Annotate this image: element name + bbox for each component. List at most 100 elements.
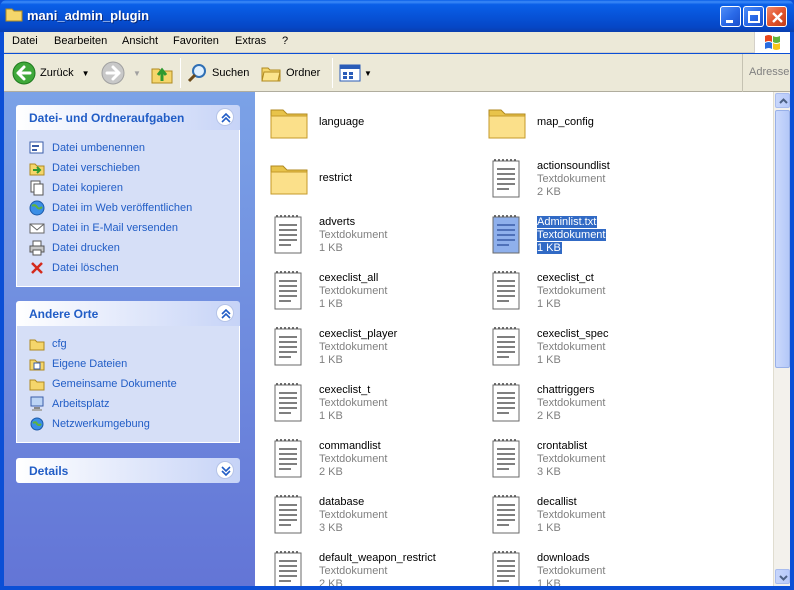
address-label[interactable]: Adresse [742, 54, 790, 92]
place-my-documents[interactable]: Eigene Dateien [29, 354, 239, 374]
chevron-up-icon [779, 98, 788, 104]
task-copy[interactable]: Datei kopieren [29, 178, 239, 198]
details-header[interactable]: Details [16, 458, 240, 483]
file-name: downloads [537, 552, 590, 564]
file-name: cexeclist_player [319, 328, 398, 340]
details-title: Details [29, 464, 69, 478]
text-document-icon [269, 548, 309, 586]
file-type: Textdokument [537, 285, 606, 297]
file-size: 1 KB [319, 242, 343, 254]
file-item[interactable]: cexeclist_ct Textdokument 1 KB [479, 264, 689, 316]
file-name: chattriggers [537, 384, 595, 396]
collapse-chevron-icon[interactable] [216, 304, 234, 322]
text-document-icon [487, 324, 527, 368]
file-size: 2 KB [319, 466, 343, 478]
file-item[interactable]: actionsoundlist Textdokument 2 KB [479, 152, 689, 204]
file-item[interactable]: downloads Textdokument 1 KB [479, 544, 689, 586]
file-name: crontablist [537, 440, 588, 452]
scroll-down-button[interactable] [775, 569, 790, 584]
back-dropdown-icon[interactable]: ▼ [82, 69, 90, 78]
menu-bearbeiten[interactable]: Bearbeiten [54, 35, 107, 47]
file-item[interactable]: decallist Textdokument 1 KB [479, 488, 689, 540]
forward-dropdown-icon[interactable]: ▼ [133, 69, 141, 78]
file-tasks-header[interactable]: Datei- und Ordneraufgaben [16, 105, 240, 130]
menu-help[interactable]: ? [282, 35, 288, 47]
text-document-icon [487, 212, 527, 256]
close-button[interactable] [766, 6, 787, 27]
file-size: 1 KB [537, 578, 561, 586]
file-item[interactable]: database Textdokument 3 KB [261, 488, 471, 540]
file-item[interactable]: cexeclist_all Textdokument 1 KB [261, 264, 471, 316]
task-label: Datei drucken [52, 242, 120, 254]
task-move[interactable]: Datei verschieben [29, 158, 239, 178]
minimize-button[interactable] [720, 6, 741, 27]
back-button[interactable]: Zurück ▼ [12, 60, 90, 86]
file-item[interactable]: commandlist Textdokument 2 KB [261, 432, 471, 484]
folder-item[interactable]: language [261, 96, 471, 148]
file-size: 2 KB [537, 410, 561, 422]
task-publish-web[interactable]: Datei im Web veröffentlichen [29, 198, 239, 218]
search-button[interactable]: Suchen [186, 60, 249, 86]
file-item[interactable]: cexeclist_player Textdokument 1 KB [261, 320, 471, 372]
file-item[interactable]: cexeclist_t Textdokument 1 KB [261, 376, 471, 428]
expand-chevron-icon[interactable] [216, 461, 234, 479]
place-label: Arbeitsplatz [52, 398, 110, 410]
close-icon [772, 12, 783, 23]
views-dropdown-icon[interactable]: ▼ [364, 69, 372, 78]
place-cfg[interactable]: cfg [29, 334, 239, 354]
file-name: default_weapon_restrict [319, 552, 436, 564]
file-item[interactable]: Adminlist.txt Textdokument 1 KB [479, 208, 689, 260]
menu-datei[interactable]: Datei [12, 35, 38, 47]
move-icon [29, 163, 45, 176]
views-button[interactable]: ▼ [338, 60, 372, 86]
menu-extras[interactable]: Extras [235, 35, 266, 47]
folders-button[interactable]: Ordner [260, 60, 320, 86]
file-item[interactable]: default_weapon_restrict Textdokument 2 KB [261, 544, 471, 586]
folder-item[interactable]: map_config [479, 96, 689, 148]
file-type: Textdokument [537, 341, 606, 353]
collapse-chevron-icon[interactable] [216, 108, 234, 126]
file-size: 2 KB [319, 578, 343, 586]
text-document-icon [487, 156, 527, 200]
file-type: Textdokument [537, 173, 606, 185]
place-shared-documents[interactable]: Gemeinsame Dokumente [29, 374, 239, 394]
menu-ansicht[interactable]: Ansicht [122, 35, 158, 47]
vertical-scrollbar[interactable] [773, 92, 790, 586]
file-type: Textdokument [319, 397, 388, 409]
file-item[interactable]: chattriggers Textdokument 2 KB [479, 376, 689, 428]
scroll-up-button[interactable] [775, 93, 790, 108]
file-item[interactable]: crontablist Textdokument 3 KB [479, 432, 689, 484]
forward-button[interactable]: ▼ [101, 60, 141, 86]
chevron-down-icon [779, 575, 788, 581]
search-icon [187, 64, 206, 83]
file-item[interactable]: cexeclist_spec Textdokument 1 KB [479, 320, 689, 372]
place-my-computer[interactable]: Arbeitsplatz [29, 394, 239, 414]
file-item[interactable]: adverts Textdokument 1 KB [261, 208, 471, 260]
place-network[interactable]: Netzwerkumgebung [29, 414, 239, 434]
views-icon [339, 64, 361, 82]
task-rename[interactable]: Datei umbenennen [29, 138, 239, 158]
task-print[interactable]: Datei drucken [29, 238, 239, 258]
file-size: 1 KB [319, 410, 343, 422]
file-type: Textdokument [537, 509, 606, 521]
back-arrow-icon [12, 61, 36, 85]
scroll-thumb[interactable] [775, 110, 790, 368]
text-document-icon [269, 380, 309, 424]
file-name: map_config [537, 116, 594, 128]
task-email[interactable]: Datei in E-Mail versenden [29, 218, 239, 238]
file-type: Textdokument [319, 341, 388, 353]
folder-item[interactable]: restrict [261, 152, 471, 204]
menu-favoriten[interactable]: Favoriten [173, 35, 219, 47]
maximize-button[interactable] [743, 6, 764, 27]
task-label: Datei löschen [52, 262, 119, 274]
toolbar: Zurück ▼ ▼ Suchen Ordner ▼ Adresse [4, 54, 790, 92]
shared-documents-icon [29, 379, 45, 391]
task-pane: Datei- und Ordneraufgaben Datei umbenenn… [4, 92, 255, 586]
file-type: Textdokument [319, 565, 388, 577]
up-button[interactable] [150, 60, 174, 86]
other-places-header[interactable]: Andere Orte [16, 301, 240, 326]
title-bar[interactable]: mani_admin_plugin [0, 0, 794, 32]
task-delete[interactable]: Datei löschen [29, 258, 239, 278]
window-frame-right [790, 32, 794, 590]
menu-bar: Datei Bearbeiten Ansicht Favoriten Extra… [4, 32, 790, 53]
